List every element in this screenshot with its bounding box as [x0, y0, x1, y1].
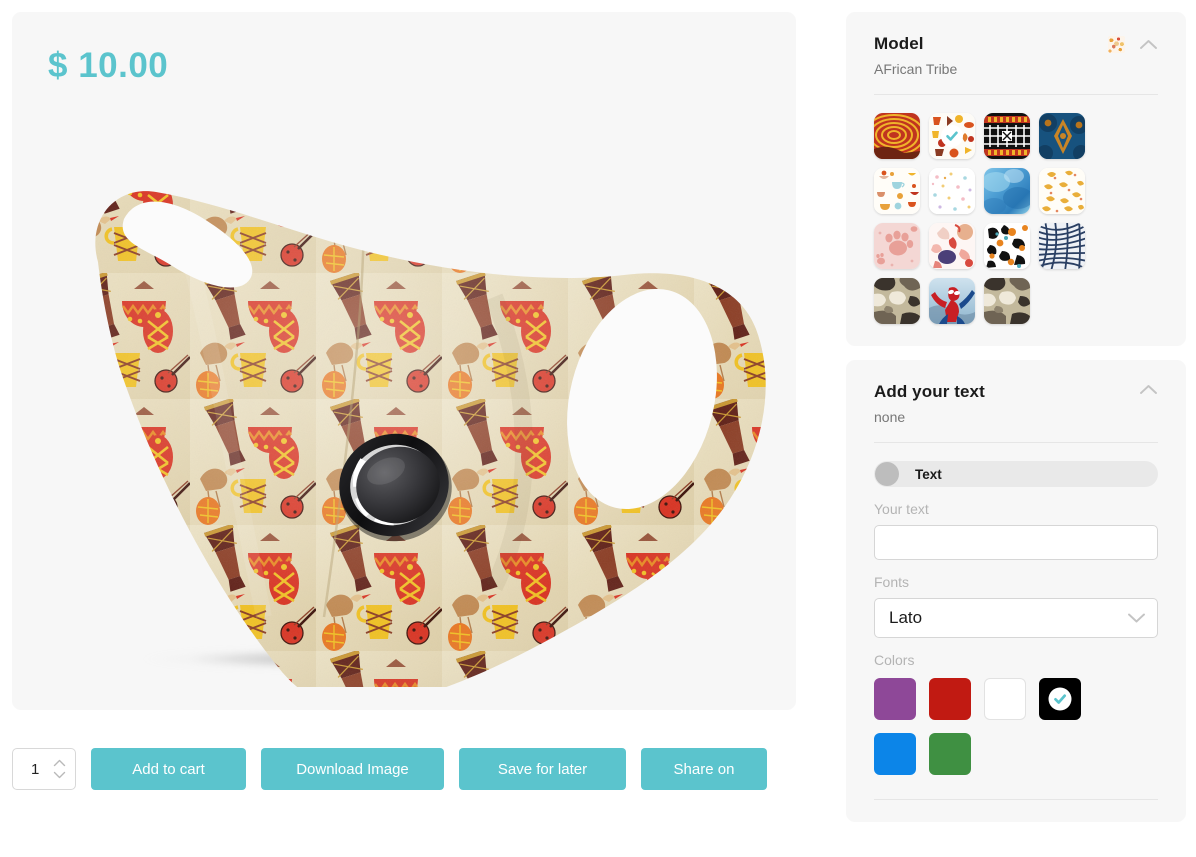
thumbnail-spiderman[interactable] [929, 278, 975, 324]
color-swatch-red[interactable] [929, 678, 971, 720]
font-select-wrapper: Lato [874, 598, 1158, 638]
download-image-button[interactable]: Download Image [261, 748, 444, 790]
colors-label: Colors [874, 652, 915, 668]
fonts-label: Fonts [874, 574, 910, 590]
add-text-panel-subtitle: none [874, 409, 906, 425]
thumbnail-african-tribe[interactable] [929, 113, 975, 159]
chevron-up-icon[interactable] [53, 759, 66, 767]
color-swatch-white[interactable] [984, 678, 1026, 720]
add-text-panel-header[interactable]: Add your text none [874, 382, 1158, 425]
thumbnail-brown-camouflage[interactable] [874, 278, 920, 324]
add-text-panel-footer-divider [874, 799, 1158, 800]
model-thumbnail-grid [874, 113, 1158, 324]
product-preview-card: $ 10.00 [12, 12, 796, 710]
model-panel-title: Model [874, 34, 924, 53]
text-toggle-knob [875, 462, 899, 486]
thumbnail-coral-abstract[interactable] [929, 223, 975, 269]
quantity-stepper[interactable]: 1 [12, 748, 76, 790]
model-panel-subtitle: AFrican Tribe [874, 61, 958, 77]
chevron-down-icon[interactable] [53, 771, 66, 779]
add-text-panel-divider [874, 442, 1158, 443]
thumbnail-navy-optical-swirl[interactable] [1039, 223, 1085, 269]
thumbnail-pink-paw-prints[interactable] [874, 223, 920, 269]
font-select-value: Lato [889, 608, 923, 627]
model-panel-header[interactable]: Model AFrican Tribe [874, 34, 1158, 77]
save-for-later-button[interactable]: Save for later [459, 748, 626, 790]
pattern-swatch-icon [1108, 36, 1125, 53]
add-text-header-controls [1139, 382, 1158, 395]
thumbnail-tea-cups-pattern[interactable] [874, 168, 920, 214]
thumbnail-black-orange-splatter[interactable] [984, 223, 1030, 269]
quantity-arrows [53, 759, 66, 779]
mask-customizer-page: $ 10.00 1 Add to cart Download Image Sav… [0, 0, 1196, 857]
customizer-sidebar: Model AFrican Tribe Add your text none T… [844, 0, 1196, 857]
add-text-panel: Add your text none Text Your text Fonts [846, 360, 1186, 822]
mask-image [12, 87, 796, 687]
mask-illustration [95, 191, 766, 687]
color-swatch-blue[interactable] [874, 733, 916, 775]
thumbnail-confetti-dots[interactable] [929, 168, 975, 214]
text-toggle-label: Text [915, 466, 942, 482]
model-panel-header-controls [1108, 34, 1158, 53]
quantity-value: 1 [31, 760, 40, 778]
color-swatch-grid [874, 678, 1158, 775]
your-text-label: Your text [874, 501, 929, 517]
action-bar: 1 Add to cart Download Image Save for la… [12, 748, 767, 790]
model-panel: Model AFrican Tribe [846, 12, 1186, 346]
chevron-up-icon[interactable] [1139, 384, 1158, 395]
color-swatch-green[interactable] [929, 733, 971, 775]
thumbnail-red-spiral-weave[interactable] [874, 113, 920, 159]
color-swatch-purple[interactable] [874, 678, 916, 720]
add-text-panel-title: Add your text [874, 382, 985, 401]
model-panel-divider [874, 94, 1158, 95]
thumbnail-brown-camouflage-2[interactable] [984, 278, 1030, 324]
share-on-button[interactable]: Share on [641, 748, 767, 790]
product-preview-column: $ 10.00 1 Add to cart Download Image Sav… [0, 0, 844, 857]
thumbnail-golden-leaves[interactable] [1039, 168, 1085, 214]
add-to-cart-button[interactable]: Add to cart [91, 748, 246, 790]
product-price: $ 10.00 [48, 46, 169, 85]
chevron-up-icon[interactable] [1139, 39, 1158, 50]
thumbnail-indigo-ankara[interactable] [1039, 113, 1085, 159]
text-toggle[interactable]: Text [874, 461, 1158, 487]
your-text-input[interactable] [874, 525, 1158, 560]
selected-check-badge [1048, 687, 1072, 711]
color-swatch-black[interactable] [1039, 678, 1081, 720]
mask-stage [12, 87, 796, 687]
selected-check-badge [941, 125, 963, 147]
font-select[interactable]: Lato [874, 598, 1158, 638]
thumbnail-kente-black-red[interactable] [984, 113, 1030, 159]
thumbnail-blue-watercolor[interactable] [984, 168, 1030, 214]
